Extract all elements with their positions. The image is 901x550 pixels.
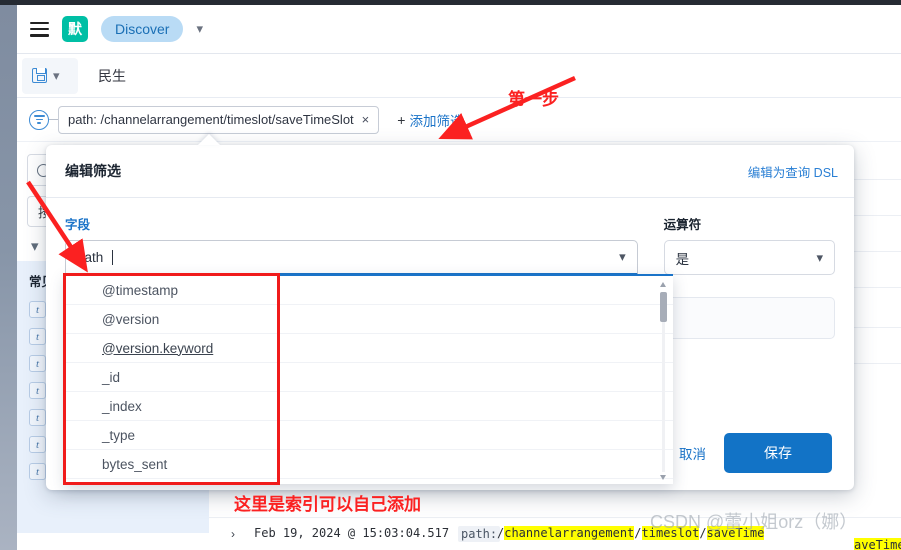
doc-field-path: path: [458,526,501,542]
string-type-icon: t [29,301,46,318]
scroll-down-arrow-icon[interactable] [660,475,666,480]
field-combobox-value: path [77,249,104,265]
path-seg-1: channelarrangement [504,526,635,540]
operator-combobox[interactable]: 是 ▾ [663,240,835,275]
watermark: CSDN @蕾小姐orz（娜） [650,512,858,532]
suggestion-item[interactable]: _index [65,392,673,421]
annotation-index-hint: 这里是索引可以自己添加 [234,495,421,514]
field-column: 字段 path ▾ [65,214,638,275]
scrollbar-thumb[interactable] [660,292,667,322]
add-filter-label: 添加筛选 [409,113,464,129]
plus-icon: + [397,111,406,128]
filter-pill-label: path: /channelarrangement/timeslot/saveT… [68,112,354,127]
chevron-down-icon[interactable]: ▾ [53,68,60,84]
string-type-icon: t [29,328,46,345]
popover-title: 编辑筛选 [65,163,121,179]
string-type-icon: t [29,382,46,399]
space-avatar[interactable]: 默 [62,16,88,42]
suggestion-label: @timestamp [102,282,178,298]
suggestion-scrollbar[interactable] [660,280,667,482]
operator-label: 运算符 [663,218,702,232]
hamburger-icon[interactable] [30,21,49,37]
chevron-down-icon[interactable]: ▾ [816,250,823,266]
suggestion-label: _index [102,398,142,414]
chevron-right-icon[interactable]: › [231,527,235,541]
saved-search-title: 民生 [98,67,126,84]
suggestion-item[interactable]: bytes_sent [65,450,673,479]
suggestion-label: _id [102,369,121,385]
add-filter-button[interactable]: + 添加筛选 [397,110,463,130]
app-name-pill[interactable]: Discover [101,16,184,42]
path-sep-2: / [634,526,642,540]
annotation-step-one: 第一步 [508,90,559,109]
popover-arrow [198,134,220,145]
suggestion-item[interactable]: @version.keyword [65,334,673,363]
doc-highlight-savetime: aveTime [854,538,901,550]
save-search-button[interactable]: ▾ [22,57,78,94]
string-type-icon: t [29,409,46,426]
chevron-down-icon[interactable]: ▾ [196,21,203,37]
text-cursor [112,249,114,265]
suggestion-label: @version.keyword [102,340,214,356]
string-type-icon: t [29,463,46,480]
close-icon[interactable]: × [362,112,370,127]
filter-icon[interactable] [29,109,49,130]
suggestion-label: bytes_sent [102,456,168,472]
suggestion-item[interactable]: _type [65,421,673,450]
edit-as-dsl-link[interactable]: 编辑为查询 DSL [748,162,838,181]
popover-header: 编辑筛选 编辑为查询 DSL [46,145,854,198]
cancel-button[interactable]: 取消 [679,443,706,463]
suggestion-item[interactable]: @timestamp [65,276,673,305]
string-type-icon: t [29,436,46,453]
save-button[interactable]: 保存 [724,433,832,473]
chevron-down-icon[interactable]: ▾ [619,249,626,265]
string-type-icon: t [29,355,46,372]
operator-column: 运算符 是 ▾ [663,214,835,275]
saved-search-bar: ▾ 民生 [17,54,901,98]
suggestion-label: @version [102,311,160,327]
disk-icon [32,68,47,83]
screen-root: 默 Discover ▾ ▾ 民生 path: /channelarrangem… [0,0,901,550]
suggestion-item[interactable]: @version [65,305,673,334]
field-combobox[interactable]: path ▾ [65,240,638,275]
filter-pill-path[interactable]: path: /channelarrangement/timeslot/saveT… [58,105,380,134]
filter-connector [49,119,58,120]
suggestion-label: _type [102,427,136,443]
desktop-background-strip [0,5,17,550]
operator-combobox-value: 是 [675,251,690,267]
app-header: 默 Discover ▾ [17,5,901,54]
filter-bar: path: /channelarrangement/timeslot/saveT… [17,98,901,142]
field-suggestion-list[interactable]: @timestamp @version @version.keyword _id _in… [65,274,673,484]
doc-timestamp: Feb 19, 2024 @ 15:03:04.517 [254,526,450,540]
suggestion-item[interactable]: _id [65,363,673,392]
field-label: 字段 [65,218,91,232]
scroll-up-arrow-icon[interactable] [660,282,666,287]
popover-body: 字段 path ▾ 运算符 是 ▾ [46,198,854,275]
